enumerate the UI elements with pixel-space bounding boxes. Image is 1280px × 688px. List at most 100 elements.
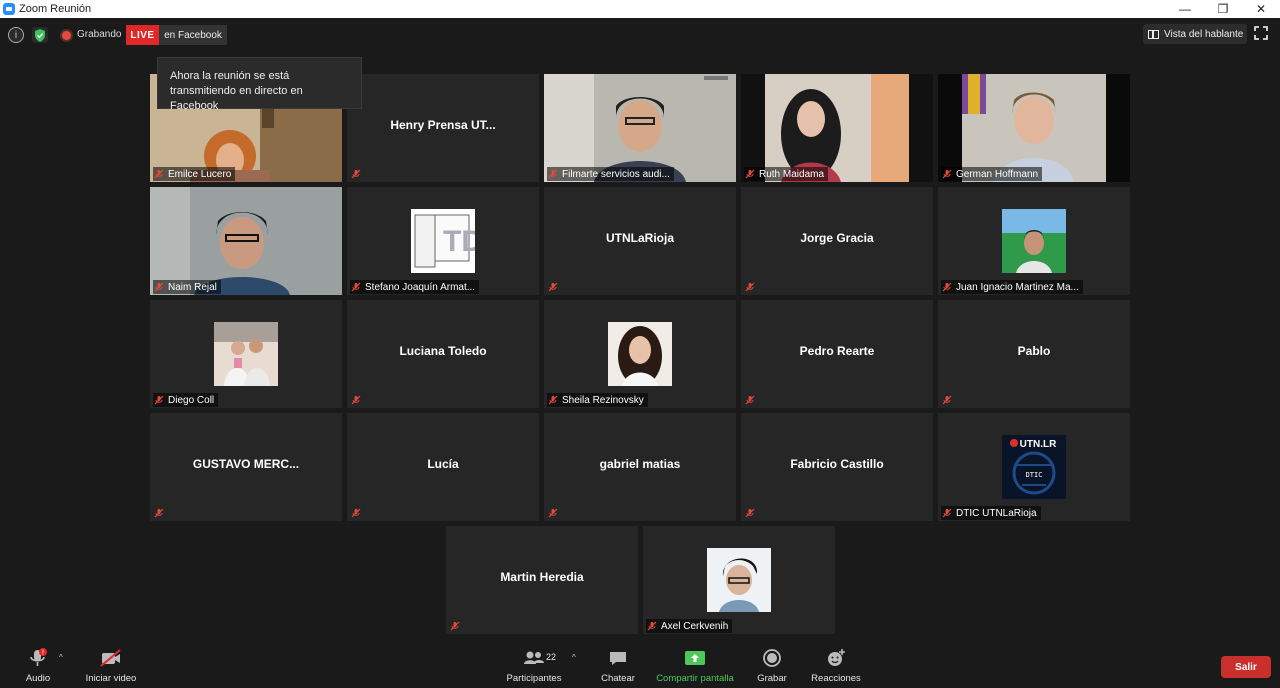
live-destination[interactable]: en Facebook — [159, 25, 227, 45]
participant-name-label: German Hoffmann — [941, 167, 1043, 181]
participants-caret-icon[interactable]: ^ — [572, 653, 576, 662]
share-screen-button[interactable]: Compartir pantalla — [654, 648, 736, 684]
meeting-toolbar: ! Audio ^ Iniciar video Participantes 22… — [0, 640, 1280, 688]
participant-name-label: Stefano Joaquín Armat... — [350, 280, 480, 294]
start-video-button[interactable]: Iniciar video — [84, 648, 138, 684]
participant-display-name: UTNLaRioja — [605, 231, 674, 245]
muted-mic-icon — [647, 621, 657, 631]
muted-mic-icon — [942, 508, 952, 518]
muted-mic-icon — [745, 508, 755, 518]
participant-display-name: Pablo — [1017, 344, 1051, 358]
participant-display-name: Luciana Toledo — [399, 344, 487, 358]
participant-tile-diego-coll[interactable]: Diego Coll — [150, 300, 342, 408]
reactions-label: Reacciones — [811, 673, 861, 684]
participant-tile-gabriel-matias[interactable]: gabriel matias — [544, 413, 736, 521]
reactions-button[interactable]: Reacciones — [810, 648, 862, 684]
dtic-logo-text: DTIC — [1026, 471, 1043, 479]
grid-view-icon — [1148, 29, 1159, 39]
participant-tile-luc-a[interactable]: Lucía — [347, 413, 539, 521]
participant-tile-utnlarioja[interactable]: UTNLaRioja — [544, 187, 736, 295]
participant-tile-henry-prensa-ut[interactable]: Henry Prensa UT... — [347, 74, 539, 182]
share-screen-label: Compartir pantalla — [656, 673, 734, 684]
fullscreen-icon[interactable] — [1254, 26, 1272, 44]
participant-tile-pedro-rearte[interactable]: Pedro Rearte — [741, 300, 933, 408]
participant-tile-german-hoffmann[interactable]: German Hoffmann — [938, 74, 1130, 182]
participant-tile-filmarte-servicios-audi[interactable]: Filmarte servicios audi... — [544, 74, 736, 182]
participant-display-name: Fabricio Castillo — [790, 457, 884, 471]
muted-mic-icon — [548, 395, 558, 405]
participant-tile-luciana-toledo[interactable]: Luciana Toledo — [347, 300, 539, 408]
close-window-button[interactable]: ✕ — [1242, 0, 1280, 18]
chat-icon — [610, 652, 626, 665]
muted-mic-icon — [745, 395, 755, 405]
participant-tile-naim-rejal[interactable]: Naim Rejal — [150, 187, 342, 295]
audio-options-caret-icon[interactable]: ^ — [59, 653, 63, 662]
muted-mic-icon — [548, 169, 558, 179]
record-label: Grabar — [757, 673, 787, 684]
muted-mic-icon — [942, 395, 952, 405]
participant-tile-juan-ignacio-martinez-ma[interactable]: Juan Ignacio Martinez Ma... — [938, 187, 1130, 295]
muted-mic-icon — [745, 169, 755, 179]
muted-mic-icon — [351, 169, 361, 179]
participant-display-name: GUSTAVO MERC... — [192, 457, 300, 471]
participant-name-label: Ruth Maidama — [744, 167, 829, 181]
participant-name-label: Sheila Rezinovsky — [547, 393, 648, 407]
participant-display-name: Martin Heredia — [500, 570, 584, 584]
participant-tile-pablo[interactable]: Pablo — [938, 300, 1130, 408]
window-titlebar: Zoom Reunión — ❐ ✕ — [0, 0, 1280, 18]
reactions-smiley-icon — [828, 649, 845, 666]
leave-button[interactable]: Salir — [1221, 656, 1271, 678]
audio-button[interactable]: ! Audio — [22, 648, 54, 684]
participant-tile-gustavo-merc[interactable]: GUSTAVO MERC... — [150, 413, 342, 521]
participant-name-label: DTIC UTNLaRioja — [941, 506, 1041, 520]
info-icon[interactable]: i — [8, 27, 24, 43]
participant-tile-sheila-rezinovsky[interactable]: Sheila Rezinovsky — [544, 300, 736, 408]
participants-label: Participantes — [506, 673, 562, 684]
participant-tile-ruth-maidama[interactable]: Ruth Maidama — [741, 74, 933, 182]
record-button[interactable]: Grabar — [752, 648, 792, 684]
participant-tile-jorge-gracia[interactable]: Jorge Gracia — [741, 187, 933, 295]
live-badge[interactable]: LIVE — [126, 25, 159, 45]
participant-tile-dtic-utnlarioja[interactable]: UTN.LR DTIC DTIC UTNLaRioja — [938, 413, 1130, 521]
restore-button[interactable]: ❐ — [1204, 0, 1242, 18]
participant-display-name: gabriel matias — [599, 457, 681, 471]
muted-mic-icon — [942, 282, 952, 292]
security-shield-icon[interactable] — [32, 27, 48, 43]
muted-mic-icon — [548, 282, 558, 292]
muted-mic-icon — [154, 282, 164, 292]
muted-mic-icon — [351, 395, 361, 405]
participant-name-label: Axel Cerkvenih — [646, 619, 733, 633]
participant-tile-axel-cerkvenih[interactable]: Axel Cerkvenih — [643, 526, 835, 634]
participant-display-name: Henry Prensa UT... — [390, 118, 496, 132]
recording-dot-icon — [62, 31, 71, 40]
muted-mic-icon — [745, 282, 755, 292]
muted-mic-icon — [351, 282, 361, 292]
recording-label: Grabando — [77, 29, 122, 40]
record-icon — [763, 649, 781, 667]
zoom-app-icon — [3, 3, 15, 15]
participants-icon — [524, 651, 544, 664]
muted-mic-icon — [942, 169, 952, 179]
participant-tile-martin-heredia[interactable]: Martin Heredia — [446, 526, 638, 634]
audio-label: Audio — [25, 673, 51, 684]
muted-mic-icon — [548, 508, 558, 518]
window-title: Zoom Reunión — [19, 3, 92, 15]
participant-tile-stefano-joaqu-n-armat[interactable]: TD Stefano Joaquín Armat... — [347, 187, 539, 295]
utn-logo-text: UTN.LR — [1020, 439, 1057, 450]
chat-button[interactable]: Chatear — [598, 648, 638, 684]
start-video-label: Iniciar video — [85, 673, 137, 684]
muted-mic-icon — [154, 508, 164, 518]
minimize-button[interactable]: — — [1166, 0, 1204, 18]
muted-mic-icon — [450, 621, 460, 631]
participant-display-name: Pedro Rearte — [799, 344, 875, 358]
microphone-icon: ! — [30, 648, 47, 666]
muted-mic-icon — [154, 169, 164, 179]
meeting-topbar: i Grabando LIVE en Facebook Vista del ha… — [0, 18, 1280, 52]
participant-tile-fabricio-castillo[interactable]: Fabricio Castillo — [741, 413, 933, 521]
participant-name-label: Filmarte servicios audi... — [547, 167, 674, 181]
participant-display-name: Lucía — [427, 457, 459, 471]
share-screen-icon — [685, 651, 705, 665]
speaker-view-button[interactable]: Vista del hablante — [1143, 24, 1247, 44]
participant-name-label: Juan Ignacio Martinez Ma... — [941, 280, 1083, 294]
audio-alert-badge: ! — [42, 650, 44, 657]
